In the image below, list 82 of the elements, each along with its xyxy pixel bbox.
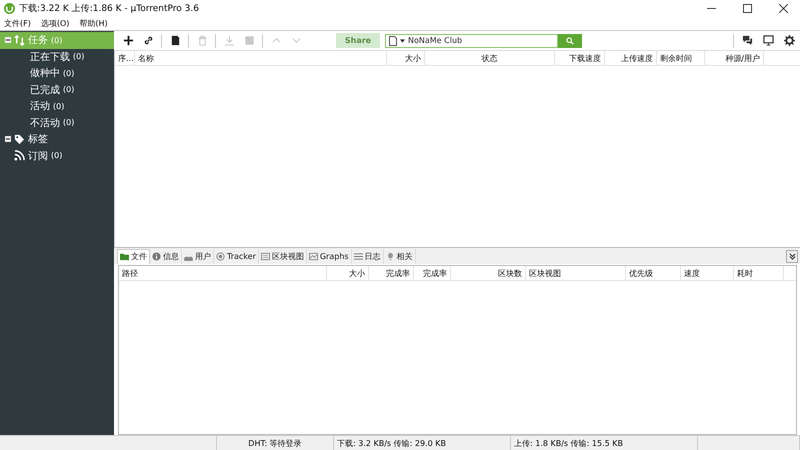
collapse-icon[interactable] xyxy=(5,37,11,44)
column-header[interactable]: 种源/用户 xyxy=(705,51,764,65)
sidebar-item[interactable]: 已完成 (0) xyxy=(0,82,114,98)
tab[interactable]: 区块视图 xyxy=(258,248,307,264)
sidebar-item[interactable]: 不活动 (0) xyxy=(0,114,114,131)
maximize-icon[interactable] xyxy=(743,4,752,13)
folder-icon xyxy=(120,252,129,261)
link-icon xyxy=(142,35,154,46)
tab[interactable]: Graphs xyxy=(306,248,352,264)
status-text: DHT: 等待登录 xyxy=(217,436,334,450)
tab[interactable]: 信息 xyxy=(150,248,182,264)
sidebar-item[interactable]: 正在下载 (0) xyxy=(0,48,114,65)
sidebar-item[interactable]: 活动 (0) xyxy=(0,98,114,114)
status-text: 上传: 1.8 KB/s 传输: 15.5 KB xyxy=(511,436,698,450)
stop-icon xyxy=(244,35,254,46)
column-header[interactable]: 名称 xyxy=(135,51,387,65)
tab[interactable]: 日志 xyxy=(352,248,384,264)
item-count: (0) xyxy=(53,102,64,111)
sidebar-item[interactable]: 标签 xyxy=(0,131,114,148)
chat-icon[interactable] xyxy=(742,35,753,46)
monitor-icon[interactable] xyxy=(763,35,774,46)
column-header[interactable]: 路径 xyxy=(119,266,327,280)
close-icon[interactable] xyxy=(779,4,788,13)
lines-icon xyxy=(354,252,363,260)
column-header[interactable]: 速度 xyxy=(681,266,734,280)
sidebar-label: 做种中 xyxy=(30,66,60,80)
settings-icon[interactable] xyxy=(784,35,795,46)
info-icon xyxy=(152,252,161,260)
lightbulb-icon xyxy=(386,252,395,260)
sidebar-label: 已完成 xyxy=(30,84,60,97)
column-header[interactable]: 区块视图 xyxy=(526,266,626,280)
double-chevron-icon xyxy=(788,252,796,260)
column-header[interactable]: 完成率 xyxy=(414,266,451,280)
sidebar-label: 标签 xyxy=(28,132,48,146)
rss-icon xyxy=(14,150,25,162)
column-header[interactable]: 完成率 xyxy=(369,266,414,280)
tab[interactable]: Tracker xyxy=(214,248,259,264)
grid-icon xyxy=(260,252,270,260)
sidebar-label: 正在下载 xyxy=(30,50,70,64)
sidebar-item[interactable]: 订阅 (0) xyxy=(0,148,114,164)
column-header[interactable]: 大小 xyxy=(327,266,369,280)
item-count: (0) xyxy=(63,68,74,78)
column-header[interactable]: 大小 xyxy=(387,51,425,65)
column-header[interactable]: 序... xyxy=(115,51,135,65)
tab[interactable]: 用户 xyxy=(182,248,214,264)
sidebar-label: 任务 xyxy=(28,34,48,48)
column-header[interactable]: 耗时 xyxy=(734,266,784,280)
chart-icon xyxy=(308,252,318,260)
column-header[interactable]: 剩余时间 xyxy=(657,51,705,65)
column-header[interactable]: 状态 xyxy=(425,51,555,65)
menu-item[interactable]: 选项(O) xyxy=(40,18,70,29)
collapse-icon[interactable] xyxy=(5,136,11,142)
document-icon xyxy=(170,35,180,46)
sidebar-label: 活动 xyxy=(30,100,50,114)
search-button[interactable] xyxy=(558,34,582,48)
column-header[interactable]: 区块数 xyxy=(451,266,526,280)
tab[interactable]: 相关 xyxy=(384,248,416,264)
column-header[interactable]: 上传速度 xyxy=(605,51,657,65)
tab[interactable]: 文件 xyxy=(117,248,150,264)
download-icon xyxy=(224,35,234,46)
app-logo-icon xyxy=(4,3,15,14)
menu-item[interactable]: 文件(F) xyxy=(4,18,31,29)
sidebar-label: 订阅 xyxy=(28,150,48,163)
expand-panel-button[interactable] xyxy=(786,250,798,262)
window-title: 下载:3.22 K 上传:1.86 K - µTorrentPro 3.6 xyxy=(19,2,199,15)
target-icon xyxy=(216,252,225,260)
item-count: (0) xyxy=(63,118,74,128)
column-header[interactable]: 下载速度 xyxy=(555,51,605,65)
item-count: (0) xyxy=(51,36,62,45)
search-icon xyxy=(566,36,574,44)
up-down-arrows-icon xyxy=(14,34,25,46)
item-count: (0) xyxy=(51,151,62,160)
item-count: (0) xyxy=(73,52,84,62)
trash-icon xyxy=(196,35,208,46)
sidebar-label: 不活动 xyxy=(30,116,60,130)
menu-item[interactable]: 帮助(H) xyxy=(79,18,108,29)
plus-icon xyxy=(122,35,134,46)
status-text: 下载: 3.2 KB/s 传输: 29.0 KB xyxy=(334,436,511,450)
sidebar-item[interactable]: 做种中 (0) xyxy=(0,65,114,82)
tag-icon xyxy=(14,134,25,145)
column-header[interactable]: 优先级 xyxy=(626,266,681,280)
item-count: (0) xyxy=(63,85,74,94)
